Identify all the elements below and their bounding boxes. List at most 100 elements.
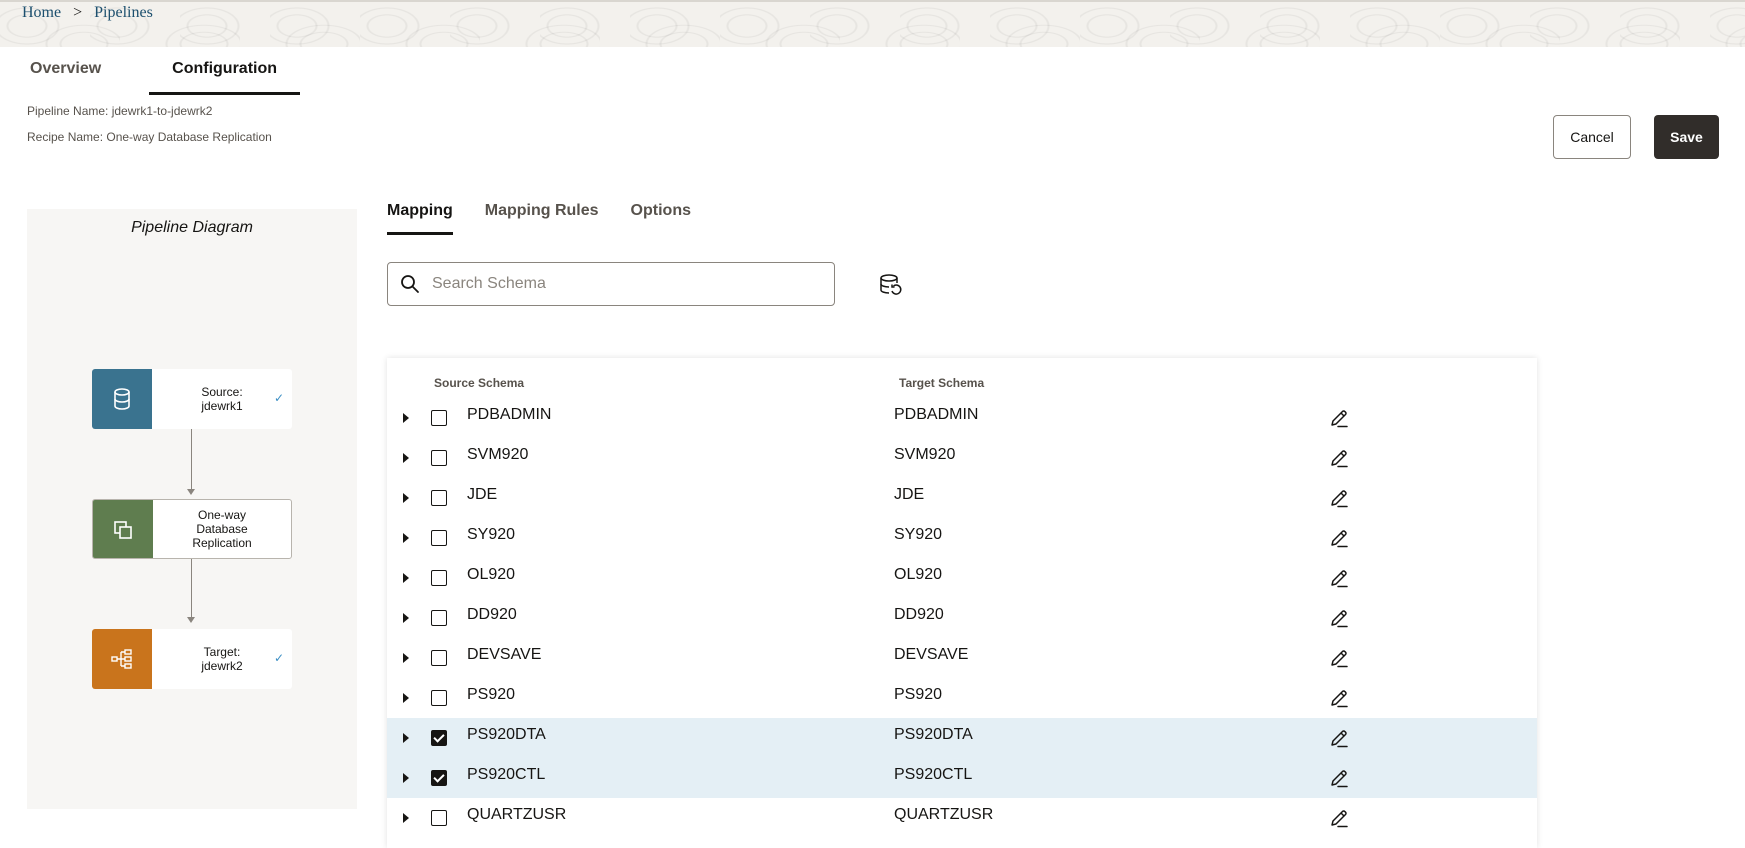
row-checkbox[interactable]	[431, 730, 447, 746]
edit-icon[interactable]	[1329, 728, 1349, 748]
table-row[interactable]: DD920 DD920	[387, 598, 1537, 638]
cancel-button[interactable]: Cancel	[1553, 115, 1631, 159]
connector-line	[191, 429, 192, 491]
expand-row-icon[interactable]	[403, 733, 409, 743]
expand-row-icon[interactable]	[403, 413, 409, 423]
table-row[interactable]: SY920 SY920	[387, 518, 1537, 558]
breadcrumb-home-link[interactable]: Home	[22, 4, 61, 22]
tab-configuration[interactable]: Configuration	[149, 59, 301, 95]
connector-line	[191, 559, 192, 619]
row-checkbox[interactable]	[431, 690, 447, 706]
expand-row-icon[interactable]	[403, 813, 409, 823]
row-checkbox[interactable]	[431, 610, 447, 626]
target-check-icon: ✓	[273, 651, 284, 665]
edit-icon[interactable]	[1329, 568, 1349, 588]
arrow-head	[187, 617, 195, 623]
tab-overview[interactable]: Overview	[15, 59, 149, 95]
pipeline-diagram-panel: Pipeline Diagram Source: jdewrk1 ✓ One-w…	[27, 209, 357, 809]
row-checkbox[interactable]	[431, 530, 447, 546]
target-schema-cell: SVM920	[894, 446, 956, 463]
schema-mapping-table: Source Schema Target Schema PDBADMIN PDBA…	[387, 358, 1537, 848]
target-node[interactable]: Target: jdewrk2 ✓	[92, 629, 292, 689]
save-button[interactable]: Save	[1654, 115, 1719, 159]
mapping-tabs: Mapping Mapping Rules Options	[387, 202, 691, 235]
expand-row-icon[interactable]	[403, 453, 409, 463]
source-schema-cell: PS920DTA	[467, 726, 546, 743]
breadcrumb: Home > Pipelines	[22, 4, 153, 22]
table-row[interactable]: PDBADMIN PDBADMIN	[387, 398, 1537, 438]
breadcrumb-pipelines-link[interactable]: Pipelines	[94, 4, 153, 22]
edit-icon[interactable]	[1329, 528, 1349, 548]
table-row[interactable]: QUARTZUSR QUARTZUSR	[387, 798, 1537, 838]
target-schema-cell: DD920	[894, 606, 944, 623]
table-row[interactable]: PS920 PS920	[387, 678, 1537, 718]
edit-icon[interactable]	[1329, 448, 1349, 468]
breadcrumb-separator: >	[73, 4, 83, 21]
expand-row-icon[interactable]	[403, 493, 409, 503]
target-schema-cell: JDE	[894, 486, 925, 503]
edit-icon[interactable]	[1329, 608, 1349, 628]
source-schema-cell: PS920	[467, 686, 516, 703]
row-checkbox[interactable]	[431, 570, 447, 586]
recipe-name: Recipe Name: One-way Database Replicatio…	[27, 130, 272, 144]
row-checkbox[interactable]	[431, 490, 447, 506]
expand-row-icon[interactable]	[403, 613, 409, 623]
edit-icon[interactable]	[1329, 808, 1349, 828]
edit-icon[interactable]	[1329, 648, 1349, 668]
source-schema-cell: SY920	[467, 526, 516, 543]
column-header-source-schema: Source Schema	[434, 376, 525, 390]
expand-row-icon[interactable]	[403, 693, 409, 703]
recipe-node[interactable]: One-way Database Replication	[92, 499, 292, 559]
column-header-target-schema: Target Schema	[899, 376, 985, 390]
edit-icon[interactable]	[1329, 688, 1349, 708]
source-node[interactable]: Source: jdewrk1 ✓	[92, 369, 292, 429]
table-row[interactable]: JDE JDE	[387, 478, 1537, 518]
pipeline-name: Pipeline Name: jdewrk1-to-jdewrk2	[27, 104, 213, 118]
target-schema-cell: PS920	[894, 686, 943, 703]
copy-icon	[93, 500, 153, 558]
header-banner: Home > Pipelines	[0, 0, 1745, 47]
source-schema-cell: DEVSAVE	[467, 646, 542, 663]
source-schema-cell: QUARTZUSR	[467, 806, 567, 823]
arrow-head	[187, 489, 195, 495]
expand-row-icon[interactable]	[403, 533, 409, 543]
table-row[interactable]: DEVSAVE DEVSAVE	[387, 638, 1537, 678]
search-icon	[401, 275, 419, 293]
tab-mapping-rules[interactable]: Mapping Rules	[485, 202, 599, 235]
table-row[interactable]: OL920 OL920	[387, 558, 1537, 598]
edit-icon[interactable]	[1329, 408, 1349, 428]
row-checkbox[interactable]	[431, 450, 447, 466]
target-schema-cell: DEVSAVE	[894, 646, 969, 663]
target-schema-cell: OL920	[894, 566, 943, 583]
table-row[interactable]: SVM920 SVM920	[387, 438, 1537, 478]
target-schema-cell: PDBADMIN	[894, 406, 979, 423]
recipe-node-label: One-way Database Replication	[192, 508, 252, 550]
edit-icon[interactable]	[1329, 488, 1349, 508]
source-check-icon: ✓	[273, 391, 284, 405]
row-checkbox[interactable]	[431, 410, 447, 426]
row-checkbox[interactable]	[431, 770, 447, 786]
target-node-label: Target: jdewrk2	[201, 645, 243, 673]
source-schema-cell: DD920	[467, 606, 517, 623]
table-row[interactable]: PS920DTA PS920DTA	[387, 718, 1537, 758]
expand-row-icon[interactable]	[403, 773, 409, 783]
row-checkbox[interactable]	[431, 810, 447, 826]
row-checkbox[interactable]	[431, 650, 447, 666]
source-node-label: Source: jdewrk1	[201, 385, 243, 413]
page-tabs: Overview Configuration	[15, 59, 301, 95]
source-schema-cell: SVM920	[467, 446, 529, 463]
edit-icon[interactable]	[1329, 768, 1349, 788]
target-schema-cell: QUARTZUSR	[894, 806, 994, 823]
search-input[interactable]	[432, 275, 812, 293]
expand-row-icon[interactable]	[403, 573, 409, 583]
table-row[interactable]: PS920CTL PS920CTL	[387, 758, 1537, 798]
page-content: Overview Configuration Pipeline Name: jd…	[7, 47, 1745, 848]
target-schema-cell: SY920	[894, 526, 943, 543]
database-refresh-icon[interactable]	[879, 273, 903, 297]
tab-options[interactable]: Options	[631, 202, 691, 235]
tab-mapping[interactable]: Mapping	[387, 202, 453, 235]
expand-row-icon[interactable]	[403, 653, 409, 663]
source-schema-cell: PDBADMIN	[467, 406, 552, 423]
search-box[interactable]	[387, 262, 835, 306]
diagram-title: Pipeline Diagram	[131, 219, 253, 236]
